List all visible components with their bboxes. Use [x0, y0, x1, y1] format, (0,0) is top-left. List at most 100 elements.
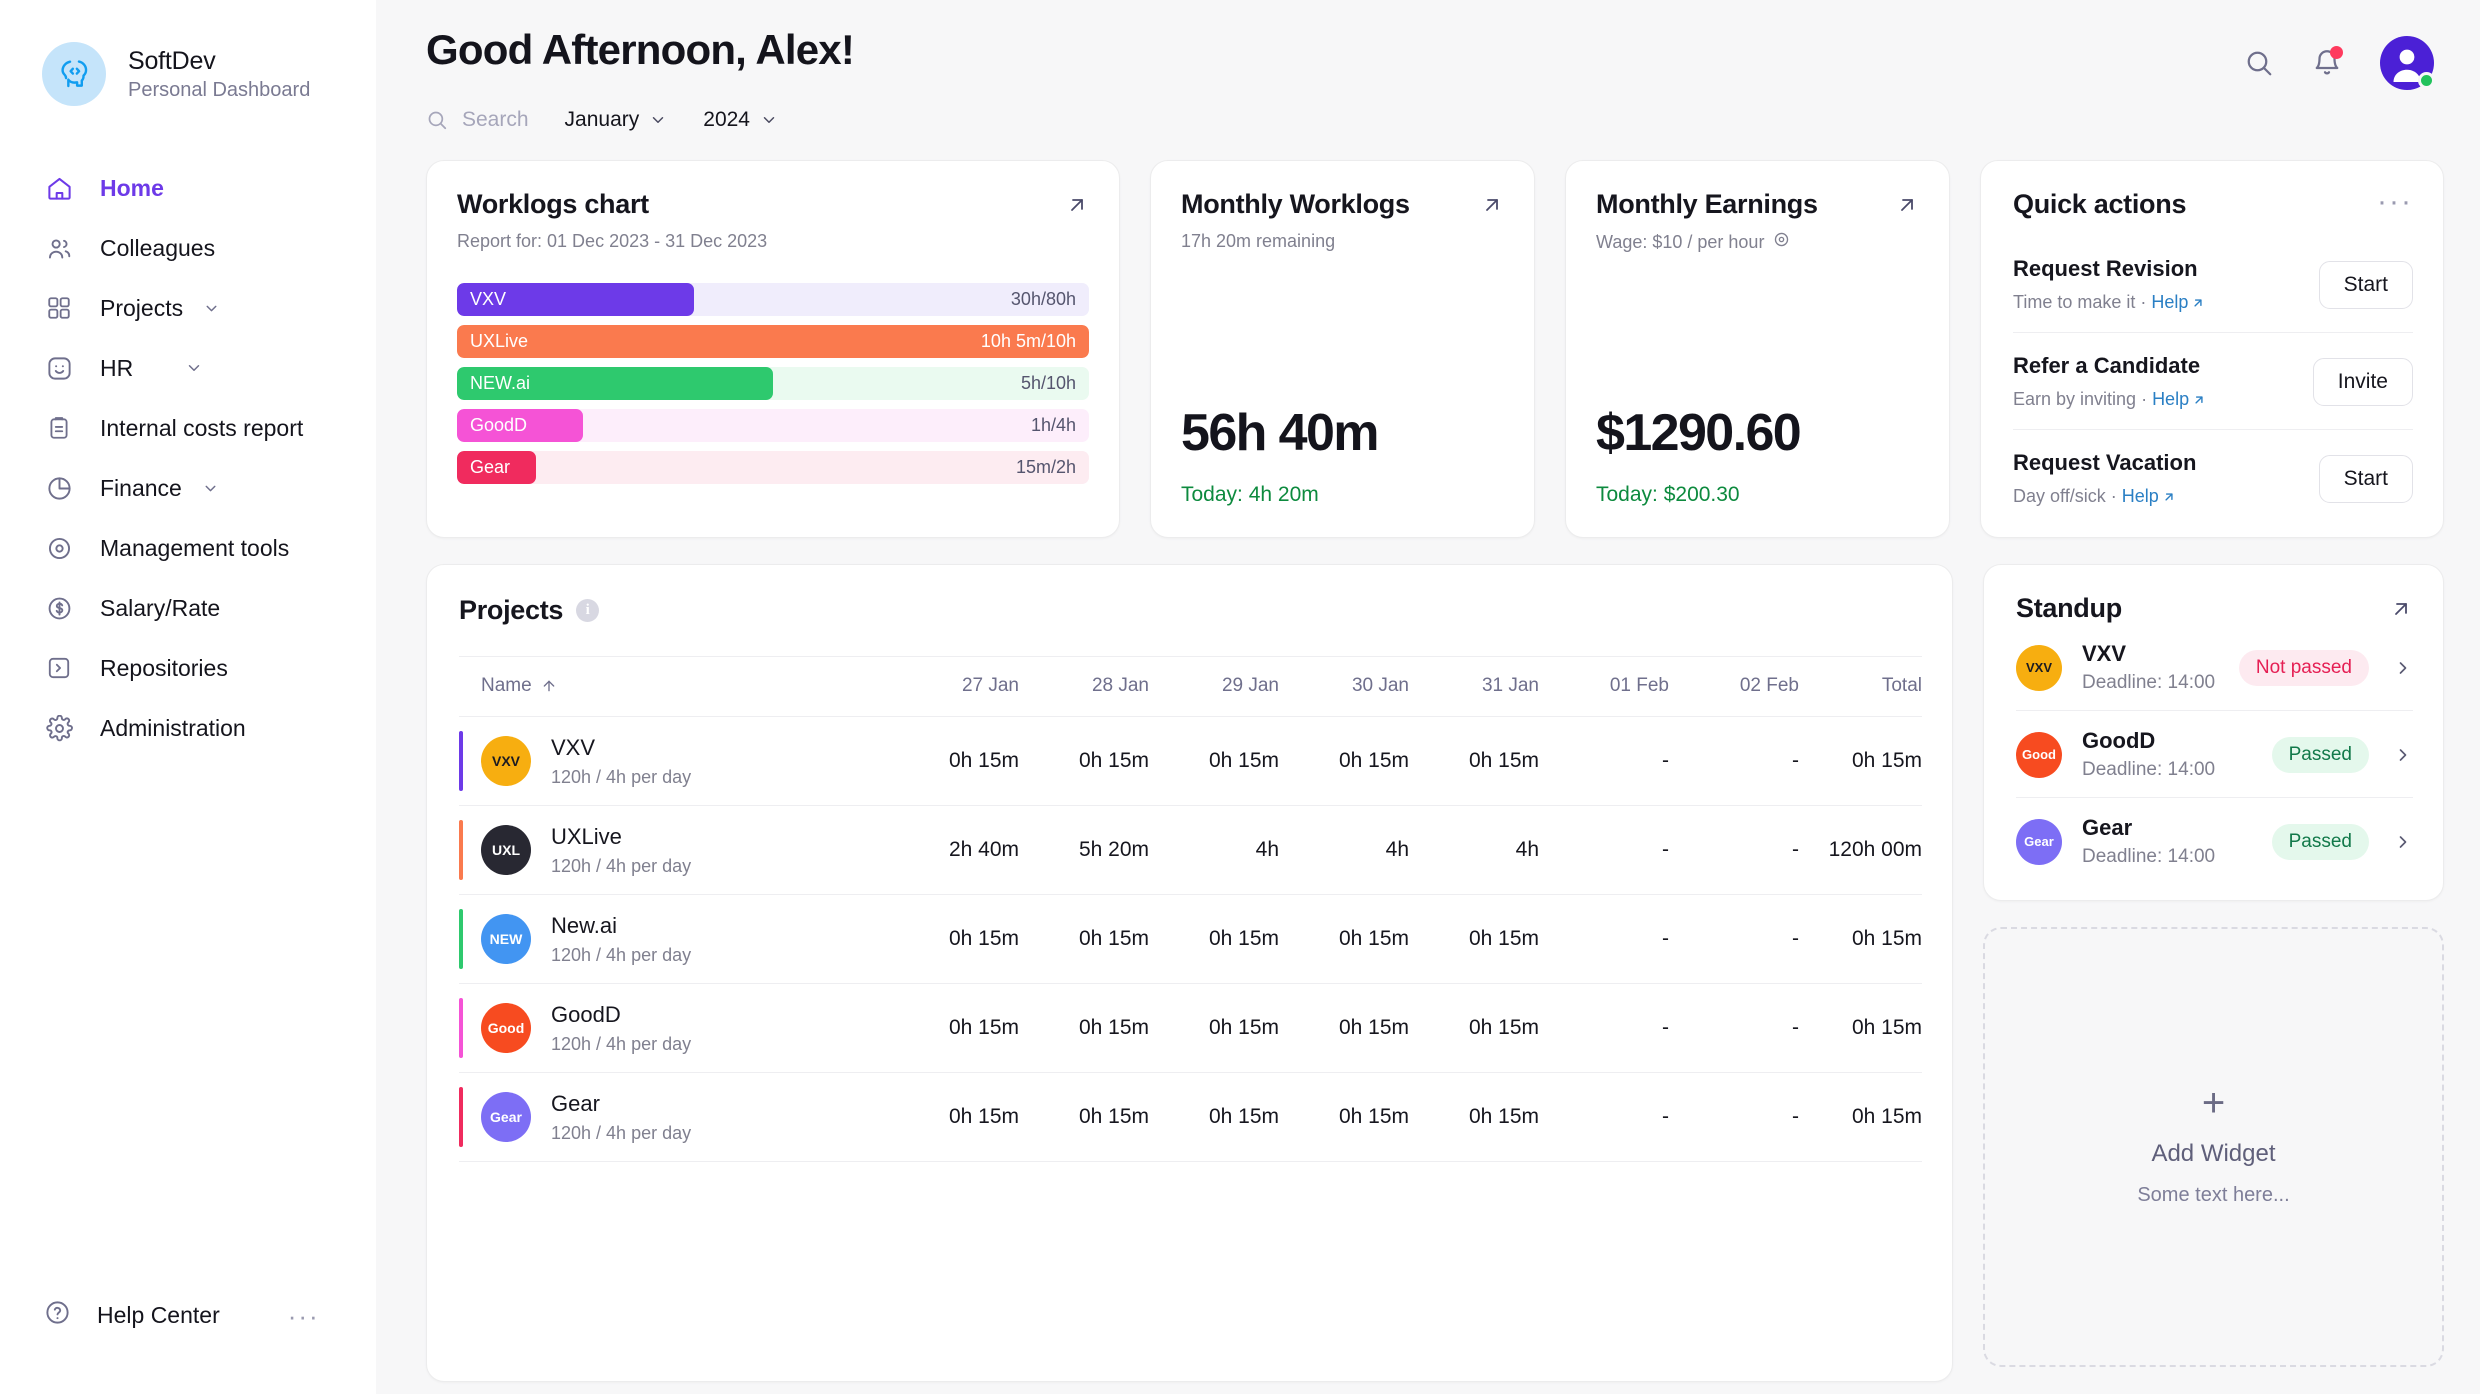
- help-link[interactable]: Help: [2151, 292, 2188, 312]
- sidebar-item-internal-costs-report[interactable]: Internal costs report: [0, 398, 376, 458]
- sidebar-item-label: Home: [100, 175, 164, 202]
- project-name-cell: UXLUXLive120h / 4h per day: [459, 806, 889, 895]
- target-icon: [1773, 231, 1790, 253]
- table-row[interactable]: NEWNew.ai120h / 4h per day0h 15m0h 15m0h…: [459, 895, 1922, 984]
- row-accent-bar: [459, 909, 463, 969]
- table-header-name[interactable]: Name: [459, 657, 889, 717]
- table-row[interactable]: VXVVXV120h / 4h per day0h 15m0h 15m0h 15…: [459, 717, 1922, 806]
- sidebar-item-salary-rate[interactable]: Salary/Rate: [0, 578, 376, 638]
- online-status-dot: [2418, 72, 2435, 89]
- project-day-cell: 2h 40m: [889, 806, 1019, 895]
- worklog-bar-value: 15m/2h: [1016, 457, 1089, 478]
- search-input[interactable]: Search: [426, 108, 529, 132]
- year-select[interactable]: 2024: [703, 108, 778, 132]
- projects-table: Name27 Jan28 Jan29 Jan30 Jan31 Jan01 Feb…: [459, 656, 1922, 1162]
- project-day-cell: 0h 15m: [1409, 1073, 1539, 1162]
- table-header-29-jan: 29 Jan: [1149, 657, 1279, 717]
- quick-action-item: Request RevisionTime to make it · HelpSt…: [2013, 236, 2413, 333]
- sidebar-item-administration[interactable]: Administration: [0, 698, 376, 758]
- bell-icon[interactable]: [2312, 48, 2342, 78]
- project-day-cell: 0h 15m: [1149, 895, 1279, 984]
- standup-item[interactable]: GearGearDeadline: 14:00Passed: [2016, 798, 2413, 884]
- project-name-cell: NEWNew.ai120h / 4h per day: [459, 895, 889, 984]
- standup-name: Gear: [2082, 815, 2252, 841]
- project-name: New.ai: [551, 913, 691, 939]
- chevron-down-icon: [185, 359, 203, 377]
- project-day-cell: 0h 15m: [1019, 1073, 1149, 1162]
- help-link[interactable]: Help: [2122, 486, 2159, 506]
- dashboard-app: SoftDev Personal Dashboard Home: [0, 0, 2480, 1394]
- worklog-bar-label: UXLive: [457, 331, 528, 352]
- quick-action-name: Request Vacation: [2013, 450, 2196, 476]
- project-day-cell: 0h 15m: [889, 717, 1019, 806]
- arrow-up-right-icon[interactable]: [1065, 189, 1089, 217]
- row-accent-bar: [459, 820, 463, 880]
- standup-deadline: Deadline: 14:00: [2082, 672, 2219, 694]
- project-rate: 120h / 4h per day: [551, 1123, 691, 1144]
- avatar[interactable]: [2380, 36, 2434, 90]
- table-body: VXVVXV120h / 4h per day0h 15m0h 15m0h 15…: [459, 717, 1922, 1162]
- arrow-up-right-icon[interactable]: [1895, 189, 1919, 217]
- worklog-bar-label: NEW.ai: [457, 373, 530, 394]
- brand-name: SoftDev: [128, 47, 310, 76]
- chevron-right-icon[interactable]: [2389, 658, 2413, 678]
- quick-action-button[interactable]: Invite: [2313, 358, 2413, 406]
- sidebar-item-hr[interactable]: HR: [0, 338, 376, 398]
- worklog-bar-value: 30h/80h: [1011, 289, 1089, 310]
- table-header-row: Name27 Jan28 Jan29 Jan30 Jan31 Jan01 Feb…: [459, 657, 1922, 717]
- project-day-cell: 0h 15m: [1019, 895, 1149, 984]
- month-select[interactable]: January: [565, 108, 668, 132]
- project-day-cell: 0h 15m: [1279, 1073, 1409, 1162]
- project-day-cell: -: [1669, 984, 1799, 1073]
- add-widget-placeholder[interactable]: + Add Widget Some text here...: [1983, 927, 2444, 1367]
- table-header-01-feb: 01 Feb: [1539, 657, 1669, 717]
- quick-action-button[interactable]: Start: [2319, 455, 2413, 503]
- dollar-circle-icon: [44, 593, 74, 623]
- chevron-down-icon: [760, 111, 778, 129]
- help-link[interactable]: Help: [2152, 389, 2189, 409]
- sidebar-item-home[interactable]: Home: [0, 158, 376, 218]
- row-accent-bar: [459, 1087, 463, 1147]
- quick-action-description: Day off/sick · Help: [2013, 486, 2196, 507]
- monthly-worklogs-value: 56h 40m: [1181, 403, 1504, 463]
- sidebar-item-projects[interactable]: Projects: [0, 278, 376, 338]
- sidebar-item-help-center[interactable]: Help Center ···: [0, 1299, 376, 1332]
- table-row[interactable]: GoodGoodD120h / 4h per day0h 15m0h 15m0h…: [459, 984, 1922, 1073]
- arrow-up-right-icon[interactable]: [1480, 189, 1504, 217]
- quick-action-item: Refer a CandidateEarn by inviting · Help…: [2013, 333, 2413, 430]
- arrow-up-right-icon[interactable]: [2389, 593, 2413, 621]
- sidebar-item-colleagues[interactable]: Colleagues: [0, 218, 376, 278]
- project-day-cell: -: [1539, 806, 1669, 895]
- chevron-right-icon[interactable]: [2389, 832, 2413, 852]
- worklogs-chart-card: Worklogs chart Report for: 01 Dec 2023 -…: [426, 160, 1120, 538]
- search-icon[interactable]: [2244, 48, 2274, 78]
- sidebar-item-finance[interactable]: Finance: [0, 458, 376, 518]
- standup-deadline: Deadline: 14:00: [2082, 759, 2252, 781]
- table-header-02-feb: 02 Feb: [1669, 657, 1799, 717]
- standup-item[interactable]: GoodGoodDDeadline: 14:00Passed: [2016, 711, 2413, 798]
- chevron-right-icon[interactable]: [2389, 745, 2413, 765]
- info-icon[interactable]: i: [576, 599, 599, 622]
- quick-action-button[interactable]: Start: [2319, 261, 2413, 309]
- card-subtitle: Report for: 01 Dec 2023 - 31 Dec 2023: [457, 231, 767, 252]
- project-day-cell: 0h 15m: [889, 895, 1019, 984]
- question-circle-icon: [44, 1299, 71, 1332]
- brand[interactable]: SoftDev Personal Dashboard: [0, 0, 376, 106]
- arrow-up-right-icon: [2162, 490, 2176, 504]
- quick-actions-more-button[interactable]: ···: [2377, 189, 2413, 207]
- table-row[interactable]: UXLUXLive120h / 4h per day2h 40m5h 20m4h…: [459, 806, 1922, 895]
- standup-item[interactable]: VXVVXVDeadline: 14:00Not passed: [2016, 624, 2413, 711]
- sidebar-item-management-tools[interactable]: Management tools: [0, 518, 376, 578]
- sidebar-item-label: Administration: [100, 715, 246, 742]
- project-day-cell: -: [1539, 895, 1669, 984]
- brain-code-icon: [42, 42, 106, 106]
- worklog-bar-value: 10h 5m/10h: [981, 331, 1089, 352]
- project-day-cell: 0h 15m: [1409, 984, 1539, 1073]
- table-row[interactable]: GearGear120h / 4h per day0h 15m0h 15m0h …: [459, 1073, 1922, 1162]
- worklog-bar-value: 5h/10h: [1021, 373, 1089, 394]
- sidebar-item-repositories[interactable]: Repositories: [0, 638, 376, 698]
- help-center-more-button[interactable]: ···: [288, 1312, 320, 1320]
- standup-name: VXV: [2082, 641, 2219, 667]
- users-icon: [44, 233, 74, 263]
- right-column: Standup VXVVXVDeadline: 14:00Not passedG…: [1983, 564, 2444, 1367]
